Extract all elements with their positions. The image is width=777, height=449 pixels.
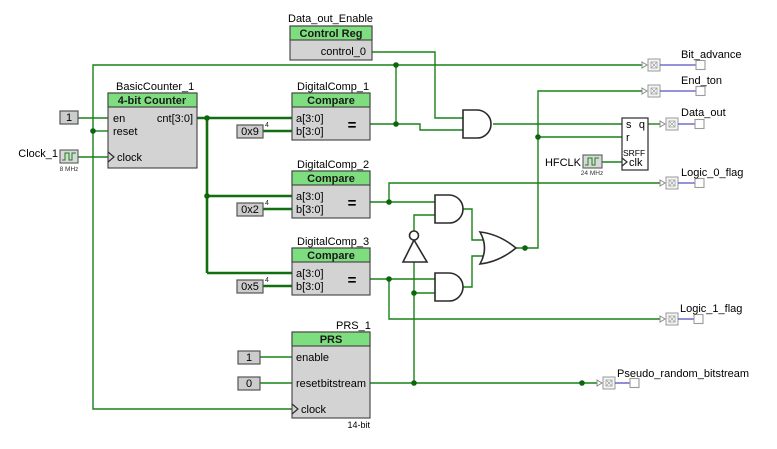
counter-type: 4-bit Counter	[118, 95, 187, 107]
counter-en-constant[interactable]: 1	[59, 110, 79, 125]
control-reg-type: Control Reg	[300, 28, 363, 40]
comp1-b-label: b[3:0]	[296, 126, 324, 138]
constant-value: 0	[246, 378, 252, 390]
comp1-eq-symbol: =	[348, 117, 357, 134]
pin-label: Logic_0_flag	[681, 167, 743, 179]
bus-width-annotation: 4	[265, 277, 269, 284]
counter-en-label: en	[113, 113, 125, 125]
prs-enable-label: enable	[296, 352, 329, 364]
bus-width-annotation: 4	[265, 122, 269, 129]
prs-reset-constant[interactable]: 0	[237, 376, 261, 391]
comp3-instance-name: DigitalComp_3	[297, 236, 369, 248]
prs-bitstream-label: bitstream	[321, 378, 366, 390]
counter-instance-name: BasicCounter_1	[116, 81, 194, 93]
comp3-a-label: a[3:0]	[296, 268, 324, 280]
pin-label: Pseudo_random_bitstream	[617, 368, 749, 380]
digital-comp2-block[interactable]: DigitalComp_2 Compare a[3:0] b[3:0] =	[291, 159, 371, 219]
terminal-square-icon	[694, 118, 705, 130]
schematic-canvas: Data_out_Enable Control Reg control_0 Ba…	[0, 0, 777, 449]
comp3-eq-symbol: =	[348, 272, 357, 289]
terminal-square-icon	[694, 177, 705, 189]
srff-q-label: q	[639, 119, 645, 131]
comp2-eq-symbol: =	[348, 195, 357, 212]
prs-reset-label: reset	[296, 378, 320, 390]
terminal-square-icon	[695, 59, 706, 71]
counter-out-label: cnt[3:0]	[157, 113, 193, 125]
constant-value: 1	[66, 112, 72, 124]
and1-gate[interactable]	[462, 109, 492, 139]
control-reg-port-label: control_0	[321, 46, 366, 58]
srff-r-label: r	[626, 132, 630, 144]
digital-comp1-block[interactable]: DigitalComp_1 Compare a[3:0] b[3:0] =	[291, 81, 371, 141]
basic-counter-block[interactable]: BasicCounter_1 4-bit Counter en cnt[3:0]…	[107, 81, 198, 169]
inverter-bubble-icon	[408, 230, 420, 241]
prs-block[interactable]: PRS_1 PRS enable reset bitstream clock 1…	[291, 320, 371, 430]
prs-instance-name: PRS_1	[336, 320, 371, 332]
bus-width-annotation: 4	[265, 200, 269, 207]
and2-gate[interactable]	[434, 194, 464, 224]
comp2-type: Compare	[307, 173, 355, 185]
prs-enable-constant[interactable]: 1	[237, 350, 261, 365]
control-reg-instance-name: Data_out_Enable	[288, 13, 373, 25]
pin-label: Bit_advance	[681, 49, 742, 61]
counter-reset-label: reset	[113, 126, 137, 138]
srff-s-label: s	[626, 119, 632, 131]
comp1-type: Compare	[307, 95, 355, 107]
and3-gate[interactable]	[434, 272, 464, 302]
pin-label: End_ton	[681, 75, 722, 87]
constant-value: 0x5	[241, 281, 259, 293]
clock1-name: Clock_1	[18, 148, 58, 160]
hfclk-name: HFCLK	[545, 157, 582, 169]
prs-type: PRS	[320, 334, 343, 346]
srff-block[interactable]: s q r SRFF clk	[621, 117, 649, 171]
comp3-type: Compare	[307, 250, 355, 262]
constant-value: 0x2	[241, 204, 259, 216]
comp2-a-label: a[3:0]	[296, 191, 324, 203]
counter-clock-label: clock	[117, 152, 143, 164]
comp2-b-label: b[3:0]	[296, 204, 324, 216]
constant-value: 1	[246, 352, 252, 364]
comp1-a-label: a[3:0]	[296, 113, 324, 125]
comp2-instance-name: DigitalComp_2	[297, 159, 369, 171]
prs-bits-label: 14-bit	[347, 420, 370, 430]
terminal-square-icon	[693, 313, 704, 325]
clock1-freq: 8 MHz	[60, 166, 79, 173]
pin-label: Logic_1_flag	[680, 303, 742, 315]
constant-value: 0x9	[241, 126, 259, 138]
control-reg-block[interactable]: Data_out_Enable Control Reg control_0	[288, 13, 373, 61]
srff-clk-label: clk	[629, 157, 643, 169]
terminal-square-icon	[695, 85, 706, 97]
comp1-instance-name: DigitalComp_1	[297, 81, 369, 93]
pin-label: Data_out	[681, 107, 726, 119]
comp3-b-label: b[3:0]	[296, 281, 324, 293]
prs-clock-label: clock	[301, 404, 327, 416]
hfclk-freq: 24 MHz	[581, 170, 603, 177]
digital-comp3-block[interactable]: DigitalComp_3 Compare a[3:0] b[3:0] =	[291, 236, 371, 296]
